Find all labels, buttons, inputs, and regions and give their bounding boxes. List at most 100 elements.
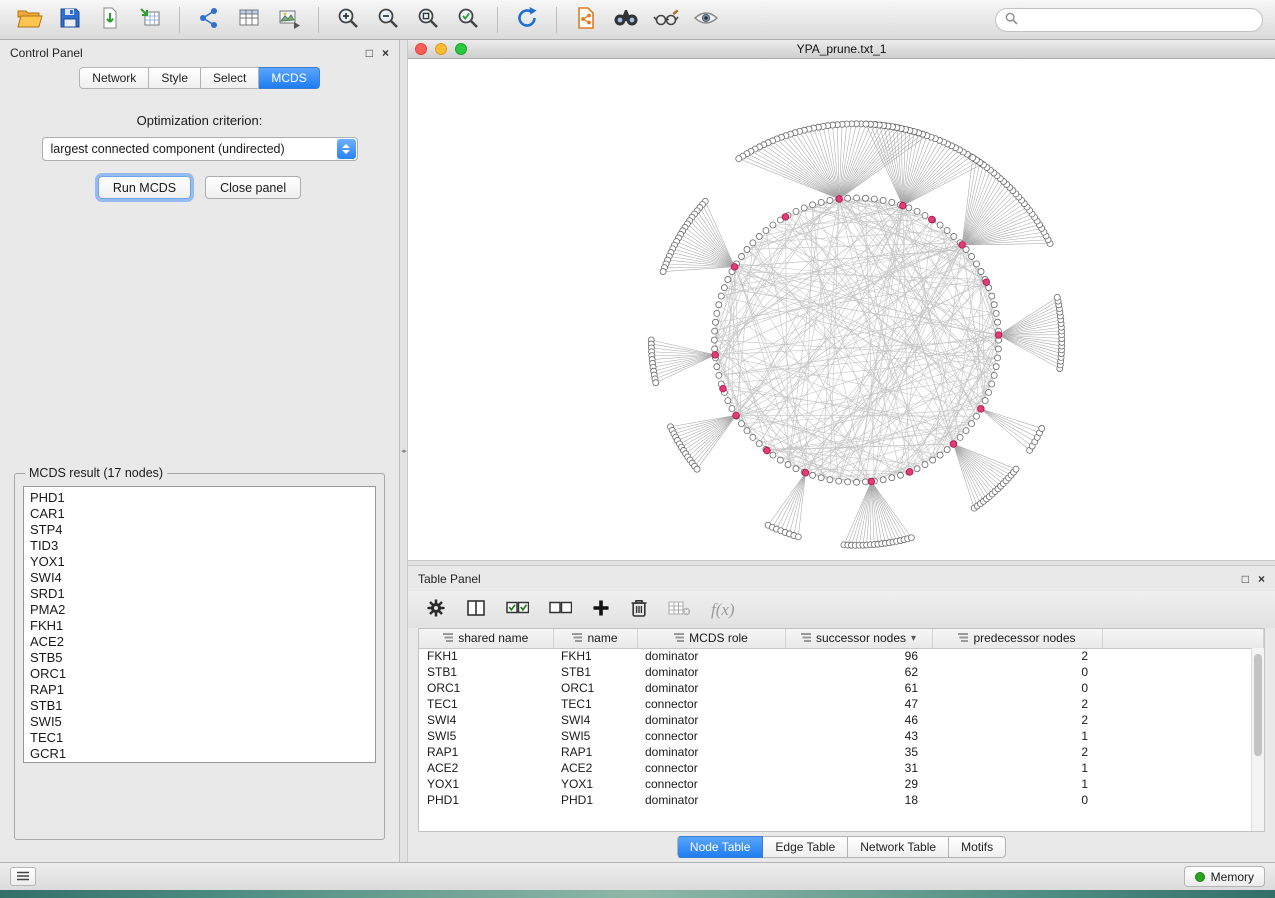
result-item[interactable]: STB5 (30, 650, 375, 666)
network-node[interactable] (914, 466, 920, 472)
table-row[interactable]: PHD1PHD1dominator180 (419, 792, 1264, 808)
network-node[interactable] (937, 452, 943, 458)
network-node[interactable] (711, 337, 717, 343)
open-session-button[interactable] (12, 5, 48, 35)
tab-network[interactable]: Network (79, 67, 149, 89)
network-node[interactable] (793, 208, 799, 214)
mcds-result-list[interactable]: PHD1CAR1STP4TID3YOX1SWI4SRD1PMA2FKH1ACE2… (23, 486, 376, 763)
network-leaf-node[interactable] (970, 155, 976, 161)
graphics-details-button[interactable] (648, 5, 684, 35)
network-node[interactable] (756, 233, 762, 239)
new-table-button[interactable] (231, 5, 267, 35)
network-node[interactable] (712, 319, 718, 325)
run-mcds-button[interactable]: Run MCDS (98, 176, 191, 199)
network-leaf-node[interactable] (863, 121, 869, 127)
network-node[interactable] (989, 381, 995, 387)
show-columns-button[interactable] (466, 599, 486, 620)
result-item[interactable]: TEC1 (30, 730, 375, 746)
network-node[interactable] (827, 197, 833, 203)
network-hub-node-RAP1[interactable] (950, 441, 957, 448)
network-node[interactable] (793, 466, 799, 472)
save-session-button[interactable] (52, 5, 88, 35)
network-node[interactable] (989, 293, 995, 299)
network-hub-node-CAR1[interactable] (782, 214, 789, 221)
table-row[interactable]: SWI5SWI5connector431 (419, 728, 1264, 744)
network-leaf-node[interactable] (694, 466, 700, 472)
search-box[interactable] (995, 8, 1263, 32)
table-row[interactable]: FKH1FKH1dominator962 (419, 648, 1264, 664)
add-column-button[interactable] (592, 599, 610, 620)
float-panel-icon[interactable]: □ (1242, 573, 1249, 585)
zoom-in-button[interactable] (330, 5, 366, 35)
network-node[interactable] (871, 196, 877, 202)
network-leaf-node[interactable] (653, 380, 659, 386)
network-node[interactable] (978, 269, 984, 275)
network-node[interactable] (993, 364, 999, 370)
result-item[interactable]: RAP1 (30, 682, 375, 698)
network-hub-node-ORC1[interactable] (959, 242, 966, 249)
new-network-button[interactable] (191, 5, 227, 35)
close-panel-icon[interactable]: × (382, 47, 389, 59)
table-scrollbar[interactable] (1251, 648, 1264, 831)
table-row[interactable]: YOX1YOX1connector291 (419, 776, 1264, 792)
network-node[interactable] (763, 228, 769, 234)
network-node[interactable] (974, 261, 980, 267)
network-node[interactable] (785, 462, 791, 468)
result-item[interactable]: CAR1 (30, 506, 375, 522)
network-leaf-node[interactable] (908, 535, 914, 541)
network-node[interactable] (770, 222, 776, 228)
network-node[interactable] (714, 364, 720, 370)
network-hub-node-PMA2[interactable] (764, 447, 771, 454)
network-node[interactable] (836, 478, 842, 484)
scrollbar-thumb[interactable] (1254, 654, 1262, 756)
tab-network-table[interactable]: Network Table (848, 836, 949, 858)
tab-node-table[interactable]: Node Table (677, 836, 764, 858)
delete-table-button[interactable] (668, 599, 691, 620)
network-node[interactable] (995, 346, 1001, 352)
network-node[interactable] (922, 212, 928, 218)
result-item[interactable]: STP4 (30, 522, 375, 538)
network-node[interactable] (729, 406, 735, 412)
network-node[interactable] (944, 228, 950, 234)
network-hub-node-SRD1[interactable] (720, 385, 727, 392)
function-builder-button[interactable]: f(x) (711, 600, 735, 620)
result-item[interactable]: STB1 (30, 698, 375, 714)
network-node[interactable] (738, 253, 744, 259)
network-node[interactable] (721, 285, 727, 291)
network-node[interactable] (969, 421, 975, 427)
network-node[interactable] (801, 205, 807, 211)
tab-mcds[interactable]: MCDS (259, 67, 319, 89)
network-leaf-node[interactable] (660, 269, 666, 275)
network-node[interactable] (974, 413, 980, 419)
find-button[interactable] (608, 5, 644, 35)
network-hub-node-STB5[interactable] (978, 406, 985, 413)
panel-menu-button[interactable] (10, 867, 36, 886)
network-node[interactable] (880, 197, 886, 203)
zoom-selected-button[interactable] (450, 5, 486, 35)
network-hub-node-STP4[interactable] (929, 216, 936, 223)
unselect-all-button[interactable] (549, 600, 572, 619)
network-node[interactable] (738, 421, 744, 427)
network-hub-node-ACE2[interactable] (733, 412, 740, 419)
network-node[interactable] (744, 246, 750, 252)
network-node[interactable] (862, 195, 868, 201)
zoom-out-button[interactable] (370, 5, 406, 35)
network-node[interactable] (810, 472, 816, 478)
network-hub-node-PHD1[interactable] (802, 469, 809, 476)
network-node[interactable] (770, 452, 776, 458)
result-item[interactable]: FKH1 (30, 618, 375, 634)
network-node[interactable] (854, 479, 860, 485)
network-node[interactable] (712, 328, 718, 334)
result-item[interactable]: SWI4 (30, 570, 375, 586)
table-row[interactable]: ORC1ORC1dominator610 (419, 680, 1264, 696)
delete-column-button[interactable] (630, 598, 648, 621)
splitter-handle-icon[interactable]: ◂▸ (401, 447, 406, 455)
close-panel-button[interactable]: Close panel (205, 176, 301, 199)
network-node[interactable] (810, 202, 816, 208)
network-hub-node-YOX1[interactable] (712, 352, 719, 359)
network-node[interactable] (716, 302, 722, 308)
network-node[interactable] (897, 472, 903, 478)
result-item[interactable]: TID3 (30, 538, 375, 554)
network-node[interactable] (944, 447, 950, 453)
network-node[interactable] (750, 434, 756, 440)
